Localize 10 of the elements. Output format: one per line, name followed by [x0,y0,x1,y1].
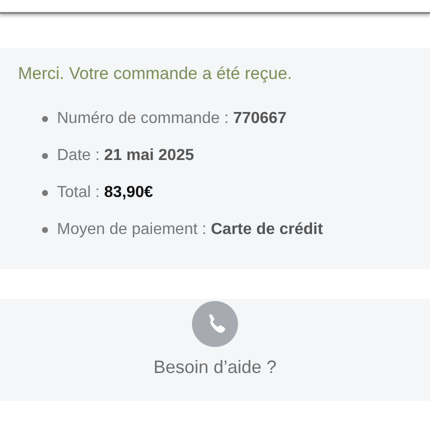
order-detail: Total : 83,90€ [57,184,154,202]
help-title: Besoin d’aide ? [153,357,277,378]
bullet-icon [42,190,48,196]
order-detail: Moyen de paiement : Carte de crédit [57,221,323,239]
confirmation-title: Merci. Votre commande a été reçue. [18,64,294,84]
order-detail: Numéro de commande : 770667 [57,110,286,128]
order-detail: Date : 21 mai 2025 [57,147,194,165]
bullet-icon [42,153,48,159]
bullet-icon [42,227,48,233]
bullet-icon [42,116,48,122]
